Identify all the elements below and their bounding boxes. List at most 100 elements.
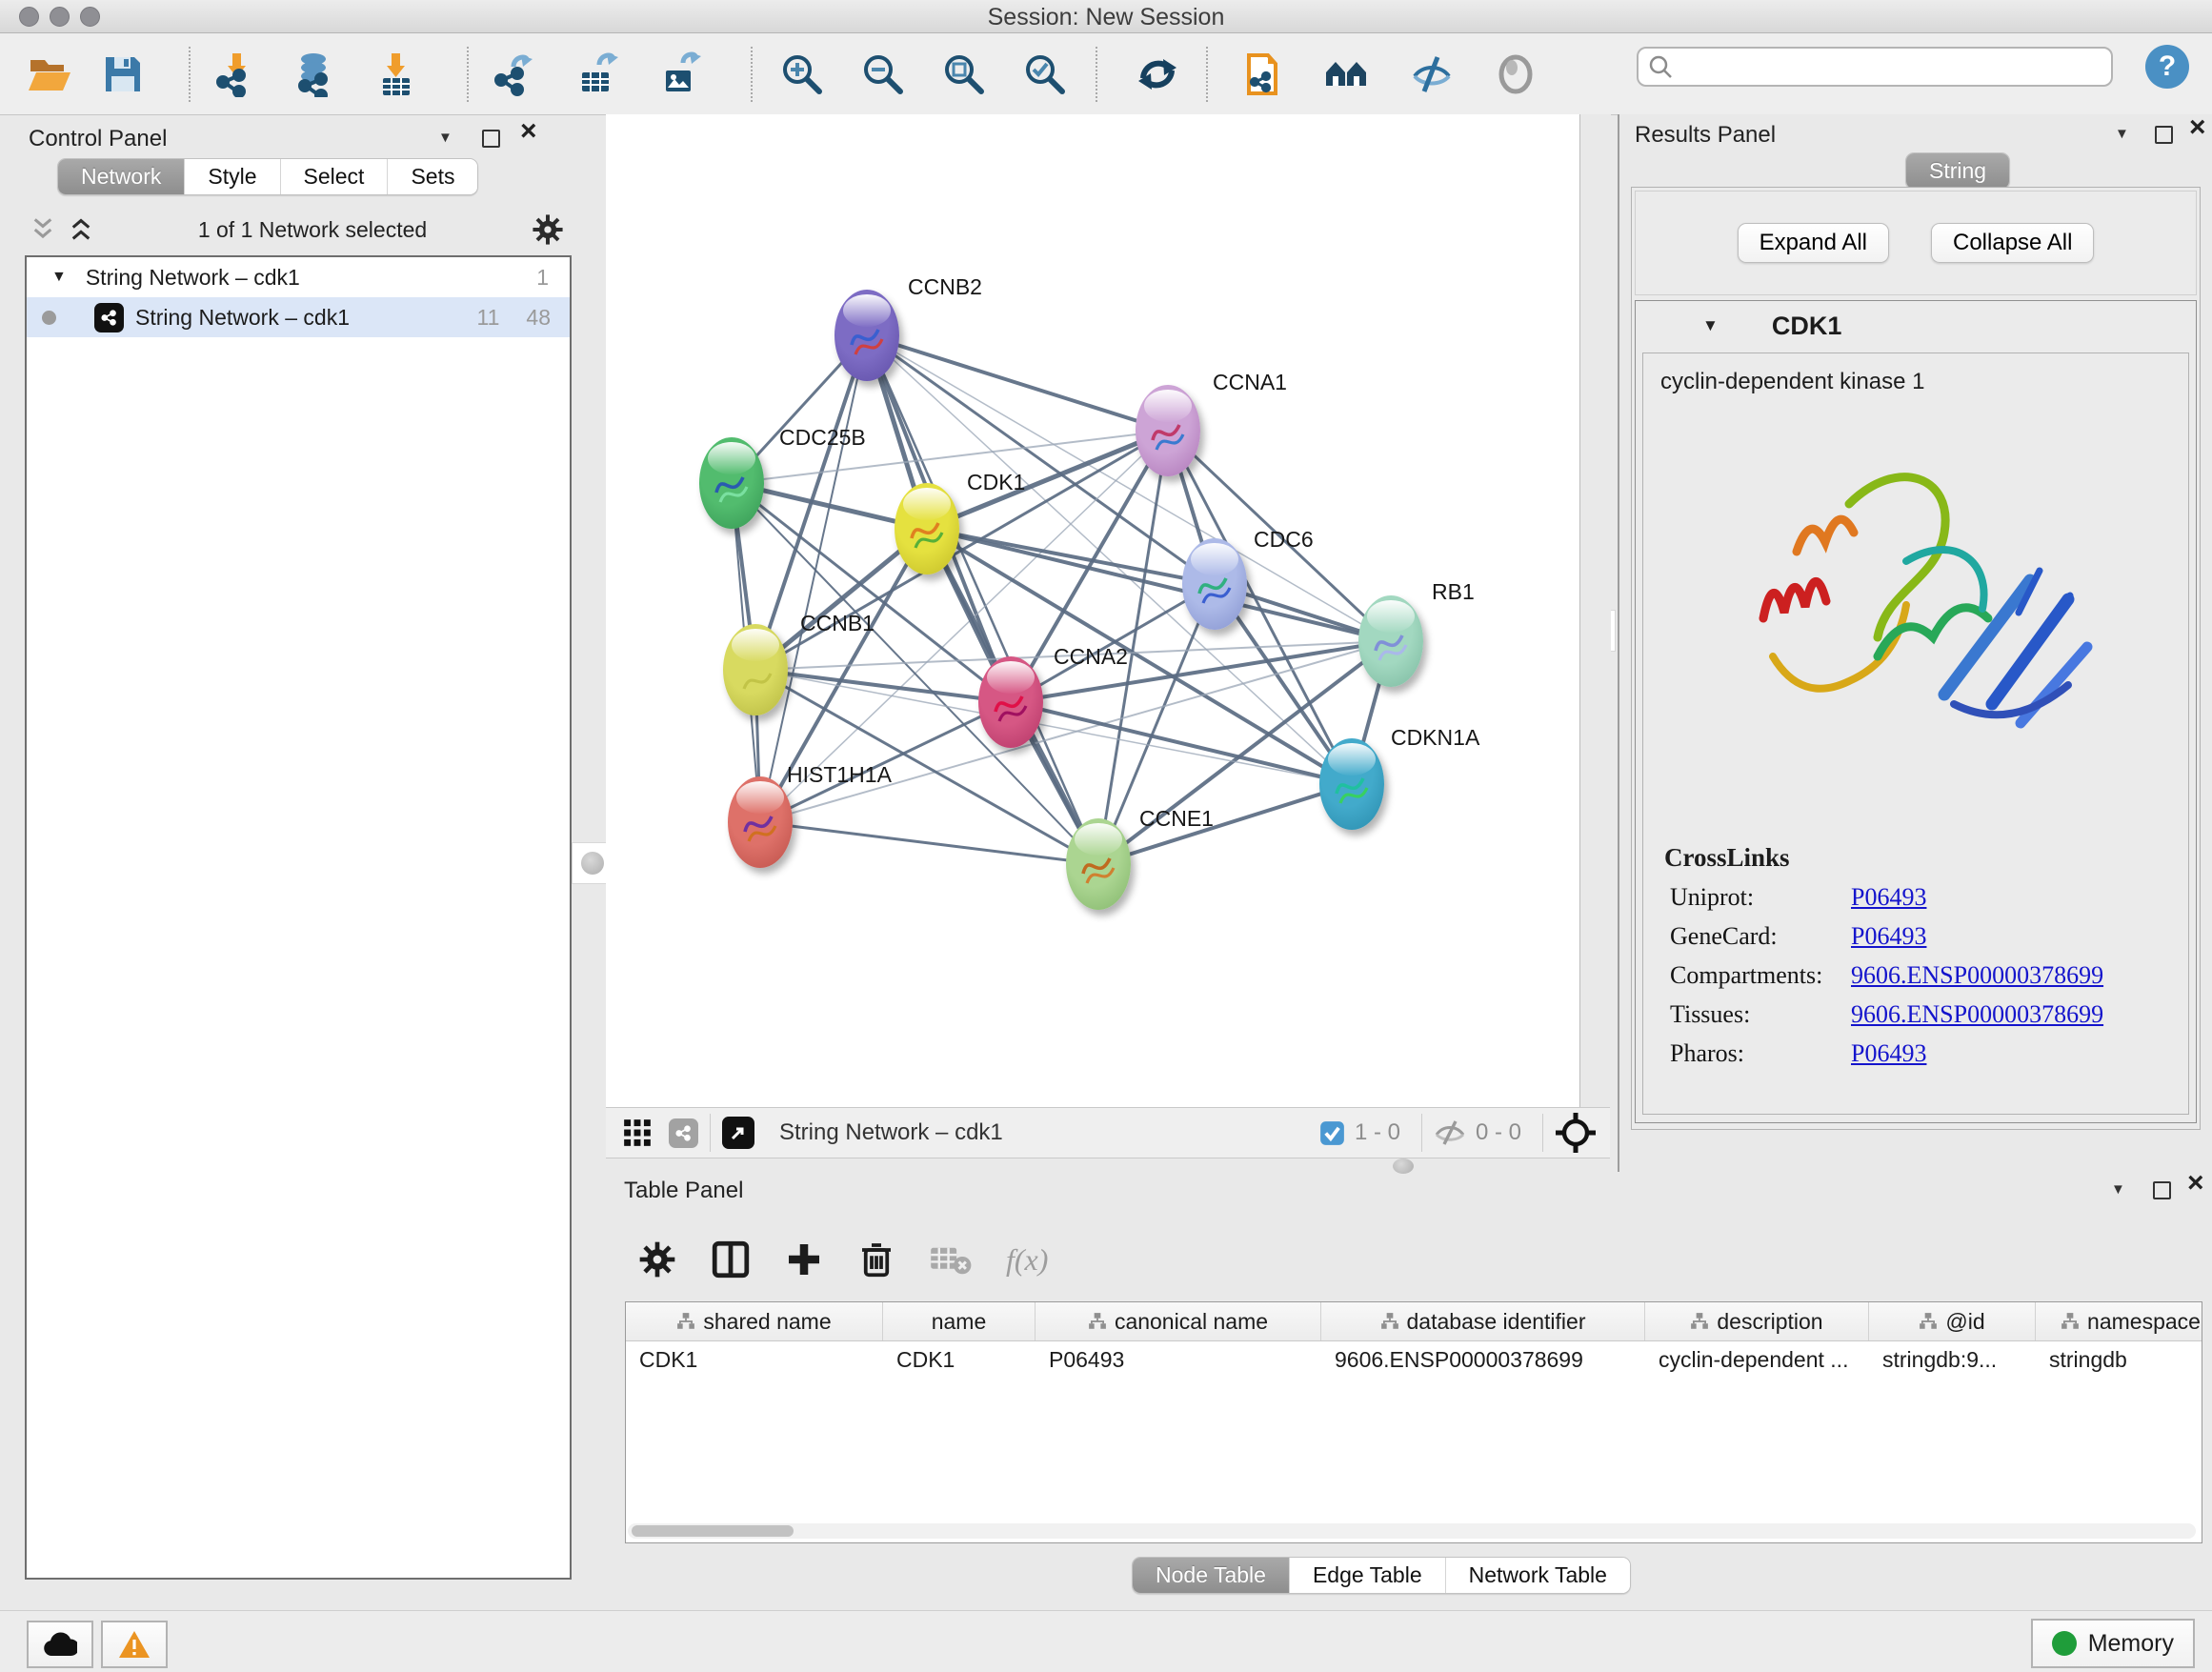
network-node-CDC6[interactable] [1182,538,1247,630]
save-session-icon[interactable] [99,50,147,98]
network-node-CDC25B[interactable] [699,437,764,529]
export-image-icon[interactable] [659,50,707,98]
network-canvas[interactable]: CCNB2CCNA1CDC25BCDK1CDC6RB1CCNB1CCNA2CDK… [606,114,1579,1107]
network-node-CCNA2[interactable] [978,656,1043,748]
first-neighbors-icon[interactable] [1322,50,1370,98]
search-input[interactable] [1673,53,2086,80]
create-column-icon[interactable] [785,1240,823,1279]
tab-edge-table[interactable]: Edge Table [1290,1558,1446,1593]
zoom-out-icon[interactable] [858,50,906,98]
expand-all-icon[interactable] [30,217,55,242]
column-header-description[interactable]: description [1645,1302,1869,1340]
column-header-canonical-name[interactable]: canonical name [1036,1302,1321,1340]
tab-network-table[interactable]: Network Table [1446,1558,1630,1593]
hide-selected-icon[interactable] [1408,50,1456,98]
gene-caret-icon[interactable]: ▼ [1702,316,1719,335]
crosslink-link[interactable]: 9606.ENSP00000378699 [1851,1000,2103,1029]
column-header-shared-name[interactable]: shared name [626,1302,883,1340]
gene-section-header[interactable]: ▼ CDK1 [1636,301,2196,351]
table-cell[interactable]: P06493 [1036,1347,1321,1373]
network-node-CCNB2[interactable] [835,290,899,381]
table-cell[interactable]: stringdb:9... [1869,1347,2036,1373]
search-box[interactable] [1637,47,2113,87]
network-row[interactable]: String Network – cdk1 11 48 [27,297,570,337]
table-cell[interactable]: CDK1 [883,1347,1036,1373]
tab-style[interactable]: Style [185,159,280,194]
open-session-icon[interactable] [25,50,72,98]
column-header-at-id[interactable]: @id [1869,1302,2036,1340]
zoom-selected-icon[interactable] [1020,50,1068,98]
network-node-CCNE1[interactable] [1066,818,1131,910]
tab-string[interactable]: String [1906,153,2009,189]
table-panel-float-icon[interactable] [2153,1181,2171,1199]
results-panel-menu-icon[interactable]: ▼ [2115,126,2129,142]
column-header-namespace[interactable]: namespace [2036,1302,2202,1340]
show-columns-icon[interactable] [711,1239,751,1279]
import-table-file-icon[interactable] [372,50,420,98]
gene-symbol: CDK1 [1772,312,1842,341]
new-network-from-selection-icon[interactable] [1238,50,1286,98]
tab-network[interactable]: Network [58,159,185,194]
grid-view-icon[interactable] [623,1118,652,1147]
delete-column-icon[interactable] [857,1240,895,1279]
control-panel-float-icon[interactable] [482,130,500,148]
collapse-all-icon[interactable] [69,217,93,242]
network-node-CCNB1[interactable] [723,624,788,715]
table-options-gear-icon[interactable] [638,1240,676,1279]
collapse-all-button[interactable]: Collapse All [1931,223,2094,263]
tab-node-table[interactable]: Node Table [1133,1558,1290,1593]
cloud-button[interactable] [27,1621,93,1668]
table-cell[interactable]: CDK1 [626,1347,883,1373]
tab-select[interactable]: Select [281,159,389,194]
results-panel-close-icon[interactable]: × [2189,120,2206,134]
collection-caret-icon[interactable]: ▼ [51,269,67,286]
toolbar-separator [1206,47,1208,102]
table-row[interactable]: CDK1CDK1P064939606.ENSP00000378699cyclin… [626,1341,2202,1378]
network-node-count: 11 [477,305,500,331]
network-nodes-layer: CCNB2CCNA1CDC25BCDK1CDC6RB1CCNB1CCNA2CDK… [606,114,1579,1107]
network-collection-row[interactable]: ▼ String Network – cdk1 1 [27,257,570,297]
expand-all-button[interactable]: Expand All [1738,223,1889,263]
table-cell[interactable]: cyclin-dependent ... [1645,1347,1869,1373]
gene-description: cyclin-dependent kinase 1 [1660,369,2188,395]
export-table-icon[interactable] [575,50,623,98]
table-cell[interactable]: 9606.ENSP00000378699 [1321,1347,1645,1373]
network-thumbnail-icon[interactable] [669,1118,698,1148]
network-node-HIST1H1A[interactable] [728,776,793,868]
toolbar-separator [189,47,191,102]
zoom-in-icon[interactable] [777,50,825,98]
table-panel-close-icon[interactable]: × [2187,1176,2204,1190]
memory-button[interactable]: Memory [2031,1619,2195,1668]
network-node-CDKN1A[interactable] [1319,738,1384,830]
table-horizontal-scrollbar[interactable] [628,1523,2196,1539]
show-all-icon[interactable] [1492,50,1539,98]
tab-sets[interactable]: Sets [388,159,477,194]
refresh-layout-icon[interactable] [1134,50,1181,98]
scrollbar-thumb[interactable] [632,1525,794,1537]
control-panel-close-icon[interactable]: × [520,124,537,138]
warnings-button[interactable] [101,1621,168,1668]
table-cell[interactable]: stringdb [2036,1347,2202,1373]
control-panel-menu-icon[interactable]: ▼ [438,130,452,146]
network-node-CCNA1[interactable] [1136,385,1200,476]
table-panel-menu-icon[interactable]: ▼ [2111,1181,2125,1198]
selected-checkbox-icon[interactable] [1319,1120,1345,1146]
export-network-icon[interactable] [492,50,539,98]
import-network-database-icon[interactable] [292,50,339,98]
zoom-fit-icon[interactable] [939,50,987,98]
network-node-CDK1[interactable] [895,483,959,574]
import-network-file-icon[interactable] [213,50,261,98]
fit-selected-crosshair-icon[interactable] [1555,1112,1597,1154]
crosslink-link[interactable]: P06493 [1851,883,1926,912]
crosslink-link[interactable]: 9606.ENSP00000378699 [1851,961,2103,990]
crosslink-link[interactable]: P06493 [1851,1039,1926,1068]
help-icon[interactable]: ? [2145,45,2189,89]
crosslinks-list: Uniprot:P06493GeneCard:P06493Compartment… [1643,883,2188,1068]
network-node-RB1[interactable] [1358,595,1423,687]
network-options-gear-icon[interactable] [532,213,564,246]
results-panel-float-icon[interactable] [2155,126,2173,144]
column-header-name[interactable]: name [883,1302,1036,1340]
birds-eye-view-icon[interactable] [722,1117,754,1149]
crosslink-link[interactable]: P06493 [1851,922,1926,951]
column-header-database-identifier[interactable]: database identifier [1321,1302,1645,1340]
